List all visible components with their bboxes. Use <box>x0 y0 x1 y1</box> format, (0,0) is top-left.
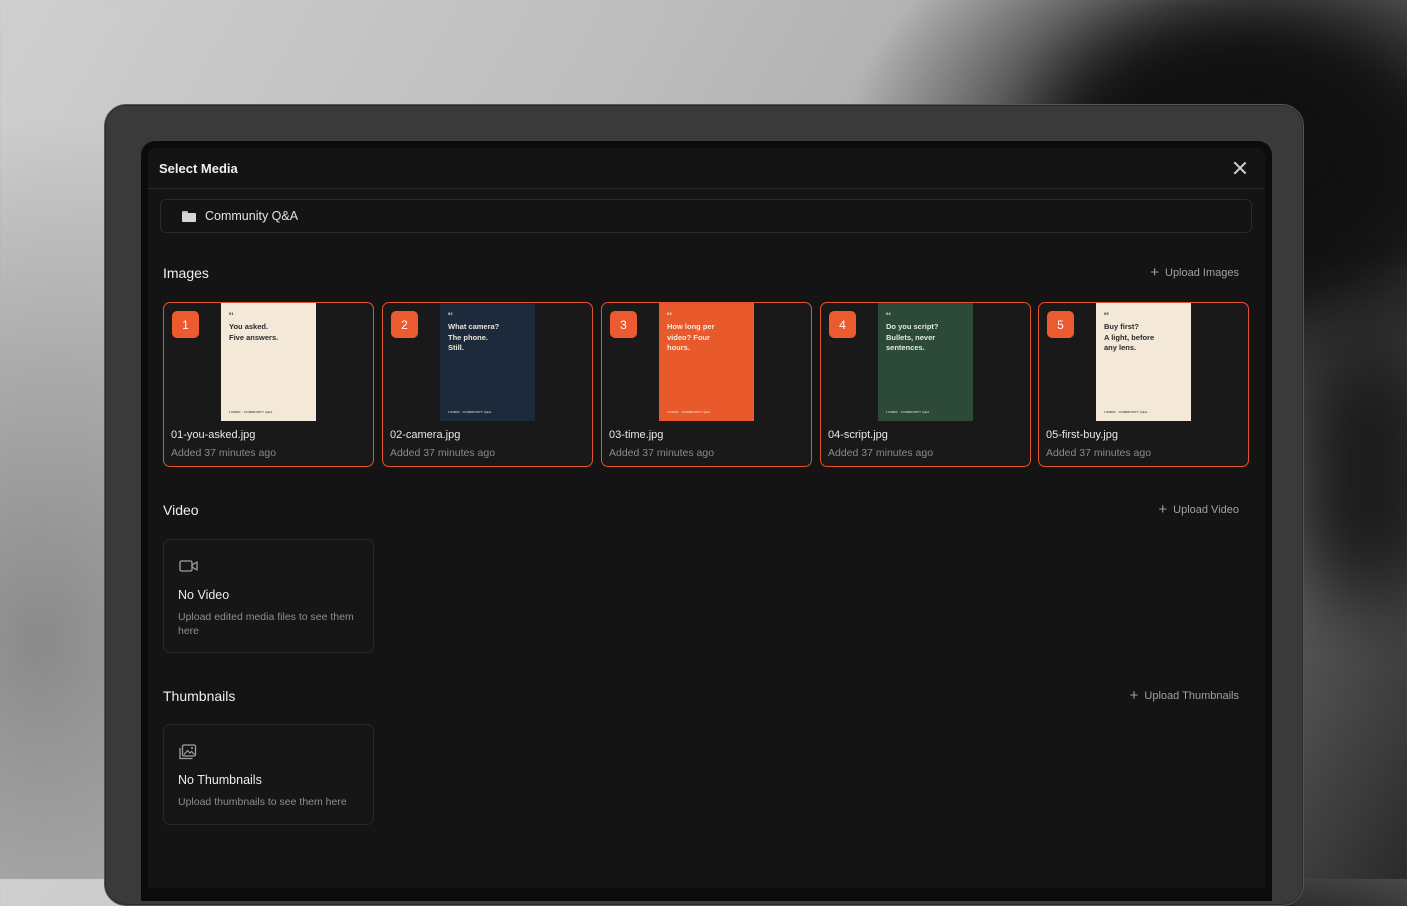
image-file-name: 05-first-buy.jpg <box>1046 429 1118 441</box>
image-added-time: Added 37 minutes ago <box>828 447 934 459</box>
image-card[interactable]: 5 05 Buy first? A light, before any lens. LUM… <box>1038 302 1249 467</box>
upload-thumbnails-button[interactable]: + Upload Thumbnails <box>1129 687 1239 704</box>
poster-headline: What camera? The phone. Still. <box>448 322 527 354</box>
poster-number: 03 <box>667 311 672 316</box>
poster-headline-line: Buy first? <box>1104 322 1140 331</box>
poster-headline-line: How long per <box>667 322 715 331</box>
video-section-title: Video <box>163 502 199 518</box>
poster-headline-line: Five answers. <box>229 332 279 342</box>
no-video-title: No Video <box>178 588 230 602</box>
plus-icon: + <box>1158 501 1168 518</box>
poster-headline-line: video? Four <box>667 332 710 342</box>
poster-headline: How long per video? Four hours. <box>667 322 746 354</box>
dialog-title: Select Media <box>159 160 238 176</box>
poster-number: 04 <box>886 311 891 316</box>
poster-headline-line: hours. <box>667 343 690 352</box>
plus-icon: + <box>1129 687 1139 704</box>
images-section-title: Images <box>163 265 209 281</box>
image-file-name: 02-camera.jpg <box>390 429 461 441</box>
poster-headline-line: A light, before <box>1104 332 1155 342</box>
upload-thumbnails-label: Upload Thumbnails <box>1144 690 1239 702</box>
image-card[interactable]: 2 02 What camera? The phone. Still. LUMEN · C… <box>382 302 593 467</box>
poster-headline-line: What camera? <box>448 322 500 331</box>
thumbnails-section-header: Thumbnails + Upload Thumbnails <box>163 688 1239 704</box>
video-section-header: Video + Upload Video <box>163 502 1239 518</box>
image-added-time: Added 37 minutes ago <box>1046 447 1152 459</box>
close-icon[interactable] <box>1230 158 1250 178</box>
no-thumbnails-title: No Thumbnails <box>178 773 262 787</box>
image-file-name: 04-script.jpg <box>828 429 888 441</box>
upload-images-button[interactable]: + Upload Images <box>1150 264 1239 281</box>
upload-images-label: Upload Images <box>1165 267 1239 279</box>
image-thumbnail: 03 How long per video? Four hours. LUMEN · C… <box>659 303 754 421</box>
folder-icon <box>182 211 196 222</box>
poster-footer: LUMEN · COMMUNITY Q&A <box>229 410 273 414</box>
poster-footer: LUMEN · COMMUNITY Q&A <box>667 410 711 414</box>
upload-video-label: Upload Video <box>1173 504 1239 516</box>
poster-headline-line: Bullets, never <box>886 332 936 342</box>
poster-footer: LUMEN · COMMUNITY Q&A <box>1104 410 1148 414</box>
selection-order-badge: 4 <box>829 311 856 338</box>
background-blur <box>1290 330 1407 610</box>
project-selector[interactable]: Community Q&A <box>160 199 1252 233</box>
poster-headline-line: any lens. <box>1104 343 1137 352</box>
poster-headline: You asked. Five answers. <box>229 322 308 343</box>
image-file-name: 03-time.jpg <box>609 429 664 441</box>
video-camera-icon <box>179 560 198 572</box>
image-card[interactable]: 4 04 Do you script? Bullets, never sentences… <box>820 302 1031 467</box>
image-added-time: Added 37 minutes ago <box>390 447 496 459</box>
selection-order-badge: 3 <box>610 311 637 338</box>
image-card[interactable]: 3 03 How long per video? Four hours. LUMEN · … <box>601 302 812 467</box>
thumbnails-empty-state: No Thumbnails Upload thumbnails to see t… <box>163 724 374 825</box>
poster-number: 05 <box>1104 311 1109 316</box>
poster-headline: Do you script? Bullets, never sentences. <box>886 322 965 354</box>
no-video-description: Upload edited media files to see them he… <box>178 611 354 637</box>
image-card[interactable]: 1 01 You asked. Five answers. LUMEN · COMMUN… <box>163 302 374 467</box>
no-thumbnails-description: Upload thumbnails to see them here <box>178 796 347 808</box>
video-empty-state: No Video Upload edited media files to se… <box>163 539 374 653</box>
poster-headline: Buy first? A light, before any lens. <box>1104 322 1183 354</box>
image-thumbnail: 01 You asked. Five answers. LUMEN · COMMUNI… <box>221 303 316 421</box>
image-file-name: 01-you-asked.jpg <box>171 429 256 441</box>
poster-headline-line: Still. <box>448 343 464 352</box>
image-thumbnail: 05 Buy first? A light, before any lens. LUME… <box>1096 303 1191 421</box>
dialog-header: Select Media <box>148 148 1265 189</box>
poster-headline-line: Do you script? <box>886 322 939 331</box>
upload-video-button[interactable]: + Upload Video <box>1158 501 1239 518</box>
poster-footer: LUMEN · COMMUNITY Q&A <box>886 410 930 414</box>
poster-number: 01 <box>229 311 234 316</box>
images-section-header: Images + Upload Images <box>163 265 1239 281</box>
image-thumbnail: 02 What camera? The phone. Still. LUMEN · CO… <box>440 303 535 421</box>
poster-footer: LUMEN · COMMUNITY Q&A <box>448 410 492 414</box>
poster-headline-line: sentences. <box>886 343 925 352</box>
thumbnails-section-title: Thumbnails <box>163 688 236 704</box>
image-added-time: Added 37 minutes ago <box>171 447 277 459</box>
image-stack-icon <box>179 744 197 760</box>
selection-order-badge: 1 <box>172 311 199 338</box>
image-added-time: Added 37 minutes ago <box>609 447 715 459</box>
project-name: Community Q&A <box>205 209 299 223</box>
poster-headline-line: The phone. <box>448 332 488 342</box>
selection-order-badge: 2 <box>391 311 418 338</box>
plus-icon: + <box>1150 264 1159 281</box>
poster-headline-line: You asked. <box>229 322 269 331</box>
select-media-dialog: Select Media Community Q&A Images + Uplo… <box>148 148 1265 888</box>
poster-number: 02 <box>448 311 453 316</box>
image-thumbnail: 04 Do you script? Bullets, never sentences.… <box>878 303 973 421</box>
selection-order-badge: 5 <box>1047 311 1074 338</box>
